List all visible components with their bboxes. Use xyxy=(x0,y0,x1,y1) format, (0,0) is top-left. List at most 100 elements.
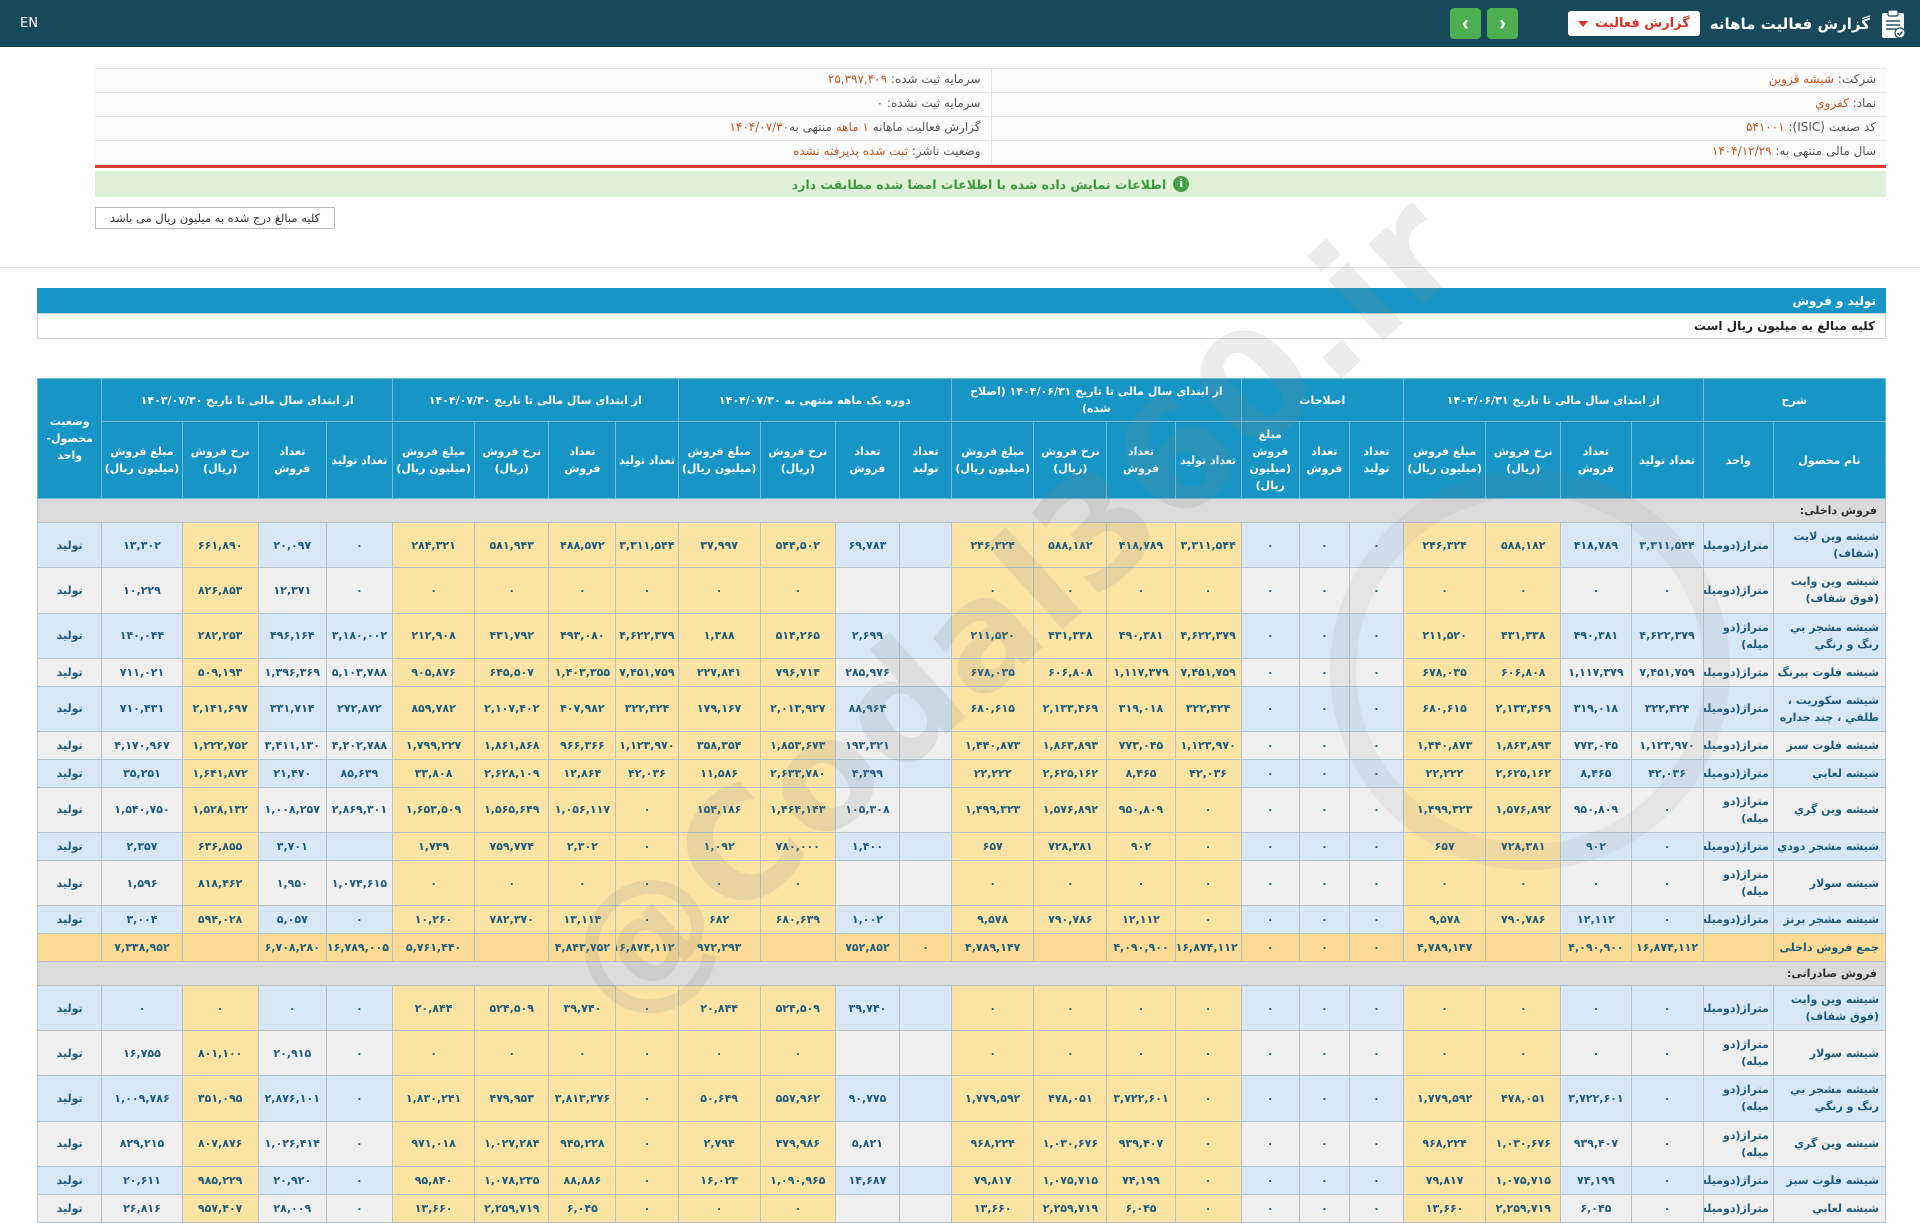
value-cell: ۰ xyxy=(391,1030,476,1077)
value-cell: ۱۶,۸۷۴,۱۱۲ xyxy=(1630,933,1704,963)
value-cell: ۱۶,۷۸۹,۰۰۵ xyxy=(325,933,393,963)
value-cell: ۱,۵۲۸,۱۳۲ xyxy=(181,786,259,833)
value-cell: ۰ xyxy=(325,1165,393,1195)
report-period-field: گزارش فعالیت ماهانه ۱ ماهه منتهی به۱۴۰۴/… xyxy=(95,117,991,141)
registered-capital-field: سرمایه ثبت شده: ۲۵,۳۹۷,۴۰۹ xyxy=(95,69,991,93)
value-cell: ۱۴,۶۸۷ xyxy=(834,1165,901,1195)
value-cell: ۵۵۷,۹۶۲ xyxy=(759,1075,836,1122)
value-cell: ۴,۲۰۲,۷۸۸ xyxy=(325,730,393,760)
company-field: شرکت: شیشه قزوین xyxy=(990,69,1886,93)
value-cell: ۹۳۹,۴۰۷ xyxy=(1106,1120,1176,1167)
value-cell: ۰ xyxy=(1630,905,1704,935)
value-cell: ۰ xyxy=(1174,786,1242,833)
value-cell: ۱,۰۷۵,۷۱۵ xyxy=(1033,1165,1108,1195)
value-cell: ۹,۵۷۸ xyxy=(951,905,1035,935)
table-row: شیشه فلوت سبزمتراژ(دومیله)۱,۱۲۳,۹۷۰۷۷۳,۰… xyxy=(36,730,1887,760)
column-group-header: شرح xyxy=(1702,377,1887,423)
value-cell: ۴۹۶,۱۶۴ xyxy=(257,612,327,659)
value-cell: ۲۴۶,۳۲۴ xyxy=(951,522,1035,569)
product-name-cell: شیشه مشجر برنز xyxy=(1772,905,1887,935)
value-cell: ۰ xyxy=(759,859,836,907)
value-cell: ۱,۸۶۳,۸۹۳ xyxy=(1033,730,1108,760)
value-cell: ۲,۱۳۳,۴۶۹ xyxy=(1033,685,1108,732)
value-cell: ۱,۴۴۰,۸۷۳ xyxy=(1403,730,1487,760)
value-cell: ۰ xyxy=(1348,730,1405,760)
section-amounts-note: کلیه مبالغ به میلیون ریال است xyxy=(37,313,1886,339)
value-cell: ۱,۰۰۹,۷۸۶ xyxy=(101,1075,183,1122)
value-cell: ۱,۷۷۹,۵۹۲ xyxy=(951,1075,1035,1122)
value-cell: ۰ xyxy=(759,567,836,614)
value-cell: ۳۹,۷۴۰ xyxy=(834,985,901,1032)
column-header: تعداد تولید xyxy=(1174,421,1242,500)
value-cell: ۴۳۱,۳۳۸ xyxy=(1485,612,1562,659)
page-title: گزارش فعالیت ماهانه xyxy=(1709,14,1870,33)
product-name-cell: شیشه لعابي xyxy=(1772,1193,1887,1223)
value-cell: ۰ xyxy=(1240,1165,1300,1195)
value-cell: ۳۳,۸۰۸ xyxy=(391,758,476,788)
value-cell: ۵۲۴,۵۰۹ xyxy=(474,985,550,1032)
value-cell: ۷۱۰,۴۳۱ xyxy=(101,685,183,732)
value-cell: ۰ xyxy=(325,1075,393,1122)
column-header: تعداد فروش xyxy=(1106,421,1176,500)
value-cell: ۱۷۹,۱۶۷ xyxy=(677,685,761,732)
column-group-header: از ابتدای سال مالی تا تاریخ ۱۴۰۴/۰۶/۳۱ xyxy=(1403,377,1704,423)
value-cell: ۱۰۵,۳۰۸ xyxy=(834,786,901,833)
value-cell: ۹۷۱,۰۱۸ xyxy=(391,1120,476,1167)
value-cell: ۴,۰۹۰,۹۰۰ xyxy=(1560,933,1632,963)
value-cell: ۱,۴۰۳,۳۵۵ xyxy=(548,657,617,687)
value-cell: ۴,۳۹۹ xyxy=(834,758,901,788)
value-cell: ۱,۳۸۸ xyxy=(677,612,761,659)
isic-value: ۵۴۱۰۰۱ xyxy=(1745,120,1785,134)
value-cell: ۶,۷۰۸,۲۸۰ xyxy=(257,933,327,963)
table-row: شیشه سولار متراژ(دو میله) ۰ ۰ ۰ ۰ ۰ ۰ ۰ ۰ ۰ ۰ ۰ ۰ ۰ ۰ ۰ ۰… xyxy=(36,1030,1887,1077)
value-cell: ۶۷۸,۰۳۵ xyxy=(951,657,1035,687)
value-cell xyxy=(759,933,836,963)
unit-cell: متراژ(دومیله) xyxy=(1702,567,1774,614)
value-cell: ۰ xyxy=(615,985,679,1032)
prev-report-button[interactable]: ‹ xyxy=(1450,8,1482,39)
table-row: شیشه مشجر دوديمتراژ(دومیله)۰۹۰۲۷۲۸,۳۸۱۶۵… xyxy=(36,831,1887,861)
value-cell: ۱۱,۵۸۶ xyxy=(677,758,761,788)
value-cell: ۷۹۶,۷۱۴ xyxy=(759,657,836,687)
company-info-panel: شرکت: شیشه قزوین سرمایه ثبت شده: ۲۵,۳۹۷,… xyxy=(95,68,1886,229)
symbol-field: نماد: کفزوي xyxy=(990,93,1886,117)
value-cell: ۱۳,۶۶۰ xyxy=(951,1193,1035,1223)
language-toggle[interactable]: EN xyxy=(20,16,38,31)
value-cell: ۸۸,۹۶۴ xyxy=(834,685,901,732)
value-cell: ۹۸۵,۲۲۹ xyxy=(181,1165,259,1195)
value-cell: ۱۶,۸۷۴,۱۱۲ xyxy=(1174,933,1242,963)
value-cell xyxy=(898,685,953,732)
unit-cell: متراژ(دومیله) xyxy=(1702,685,1774,732)
value-cell: ۲,۱۰۷,۴۰۲ xyxy=(474,685,550,732)
value-cell: ۰ xyxy=(1106,859,1176,907)
value-cell: ۰ xyxy=(1560,859,1632,907)
value-cell: ۳,۸۱۳,۳۷۶ xyxy=(548,1075,617,1122)
value-cell: ۰ xyxy=(1630,1193,1704,1223)
column-group-header: از ابتدای سال مالی تا تاریخ ۱۴۰۳/۰۷/۳۰ xyxy=(101,377,393,423)
next-report-button[interactable]: › xyxy=(1487,8,1519,39)
value-cell: ۰ xyxy=(615,1165,679,1195)
value-cell: ۷۲۸,۳۸۱ xyxy=(1033,831,1108,861)
value-cell: ۶۵۷ xyxy=(951,831,1035,861)
report-type-dropdown[interactable]: گزارش فعالیت xyxy=(1568,11,1700,36)
value-cell: ۱۲,۱۱۲ xyxy=(1560,905,1632,935)
value-cell: ۲۱۱,۵۲۰ xyxy=(1403,612,1487,659)
value-cell: ۳۲۲,۴۲۴ xyxy=(1630,685,1704,732)
value-cell: ۹۳۹,۴۰۷ xyxy=(1560,1120,1632,1167)
value-cell xyxy=(898,905,953,935)
column-header: تعداد فروش xyxy=(834,421,901,500)
column-header: تعداد فروش xyxy=(548,421,617,500)
value-cell: ۲۱۱,۵۲۰ xyxy=(951,612,1035,659)
table-row: شیشه سکوریت ، طلقي ، چند جداره متراژ(دومی… xyxy=(36,685,1887,732)
value-cell: ۲,۲۵۹,۷۱۹ xyxy=(1485,1193,1562,1223)
value-cell: ۰ xyxy=(1348,612,1405,659)
table-row: شیشه وین وایت (فوق شفاف)متراژ(دومیله)۰۰۰… xyxy=(36,567,1887,614)
value-cell xyxy=(898,1075,953,1122)
value-cell: ۶۳۶,۸۵۵ xyxy=(181,831,259,861)
value-cell: ۴,۱۷۰,۹۶۷ xyxy=(101,730,183,760)
value-cell: ۷۴,۱۹۹ xyxy=(1560,1165,1632,1195)
value-cell: ۰ xyxy=(1240,859,1300,907)
value-cell: ۵۴۴,۵۰۲ xyxy=(759,522,836,569)
value-cell: ۵۱۴,۲۶۵ xyxy=(759,612,836,659)
value-cell: ۷۲۸,۳۸۱ xyxy=(1485,831,1562,861)
